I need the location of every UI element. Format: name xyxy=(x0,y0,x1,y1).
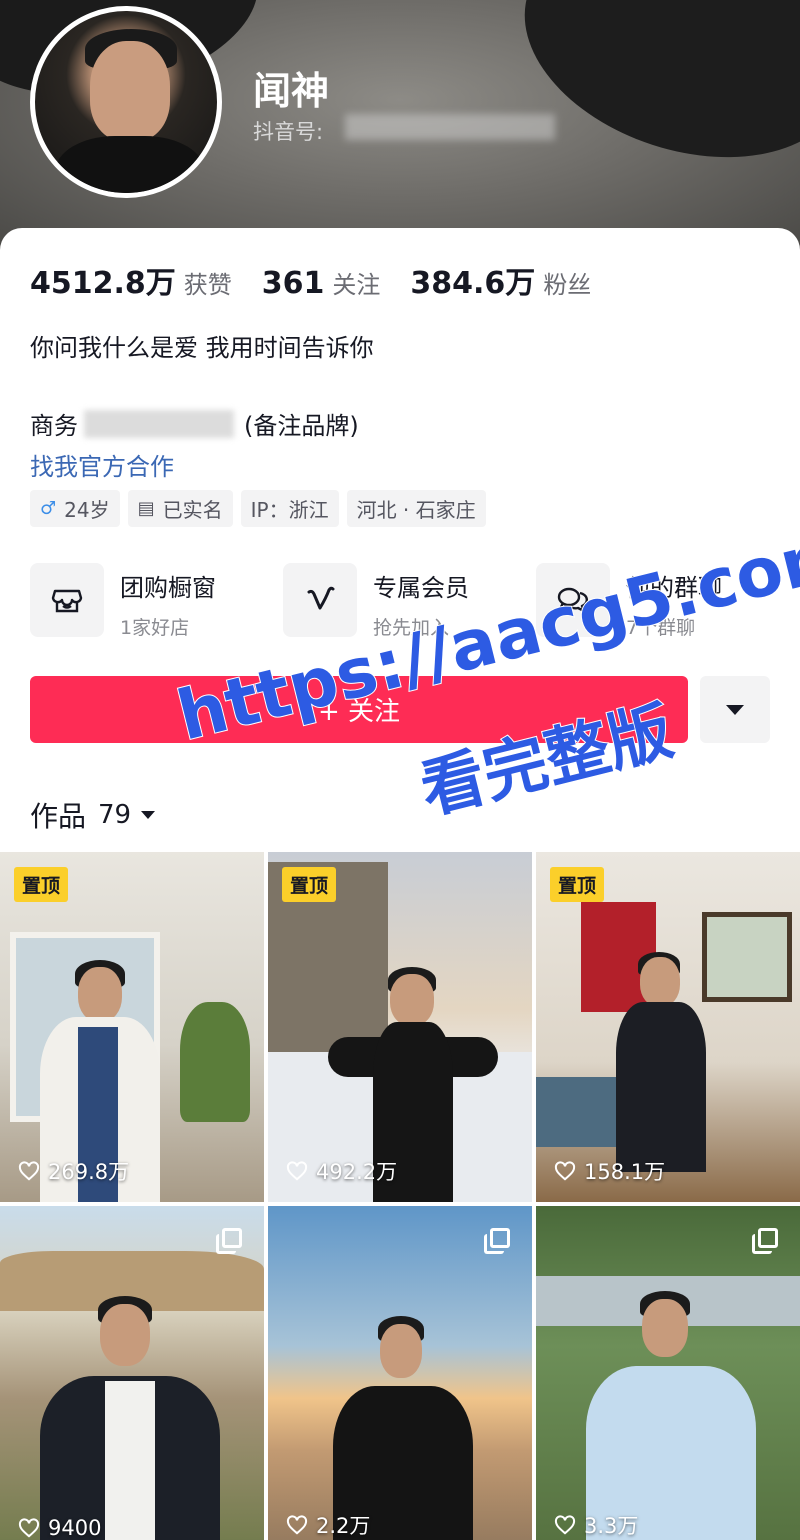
triangle-down-icon xyxy=(726,704,744,715)
profile-banner: 闻神 抖音号: xyxy=(0,0,800,250)
multi-image-icon xyxy=(752,1228,778,1254)
feature-group-buy-subtitle: 1家好店 xyxy=(120,617,190,639)
video-likes: 2.2万 xyxy=(286,1510,370,1540)
tab-works[interactable]: 作品 79 xyxy=(30,795,156,835)
tag-verified: ▤ 已实名 xyxy=(127,490,233,527)
feature-group-chat-subtitle: 7个群聊 xyxy=(626,617,696,639)
pinned-badge: 置顶 xyxy=(550,867,605,902)
video-likes-count: 9400 xyxy=(48,1516,102,1540)
profile-tags: ♂ 24岁 ▤ 已实名 IP：浙江 河北 · 石家庄 xyxy=(30,490,494,527)
feature-group-chat-title: 他的群聊 xyxy=(626,574,722,602)
video-tile[interactable]: 置顶 158.1万 xyxy=(536,852,800,1202)
video-likes: 158.1万 xyxy=(554,1156,665,1186)
heart-icon xyxy=(286,1161,308,1181)
feature-row: 团购橱窗 1家好店 专属会员 抢先加入 他的群聊 7个群聊 xyxy=(30,563,770,641)
following-label[interactable]: 关注 xyxy=(332,265,380,300)
feature-membership-title: 专属会员 xyxy=(373,574,469,602)
video-tile[interactable]: 2.2万 xyxy=(268,1206,532,1540)
stats-row: 4512.8万 获赞 361 关注 384.6万 粉丝 xyxy=(30,258,621,302)
video-likes: 269.8万 xyxy=(18,1156,129,1186)
pinned-badge: 置顶 xyxy=(14,867,69,902)
works-label: 作品 xyxy=(30,800,87,833)
heart-icon xyxy=(18,1161,40,1181)
tag-location-text: 河北 · 石家庄 xyxy=(356,498,476,522)
business-contact: 商务 (备注品牌) xyxy=(30,406,359,441)
more-button[interactable] xyxy=(700,676,770,743)
works-dropdown-icon xyxy=(141,811,156,819)
feature-group-chat[interactable]: 他的群聊 7个群聊 xyxy=(536,563,722,641)
video-likes-count: 269.8万 xyxy=(48,1160,130,1184)
works-count: 79 xyxy=(98,800,132,830)
male-icon: ♂ xyxy=(40,498,57,519)
following-count[interactable]: 361 xyxy=(262,266,325,301)
video-tile[interactable]: 9400 xyxy=(0,1206,264,1540)
video-likes: 9400 xyxy=(18,1516,101,1540)
pinned-badge: 置顶 xyxy=(282,867,337,902)
id-card-icon: ▤ xyxy=(137,498,155,519)
multi-image-icon xyxy=(484,1228,510,1254)
video-tile[interactable]: 置顶 492.2万 xyxy=(268,852,532,1202)
tag-ip-text: IP：浙江 xyxy=(250,498,329,522)
feature-membership[interactable]: 专属会员 抢先加入 xyxy=(283,563,469,641)
douyin-id-label: 抖音号: xyxy=(253,120,324,144)
tag-age: ♂ 24岁 xyxy=(30,490,120,527)
tag-ip: IP：浙江 xyxy=(240,490,339,527)
followers-count[interactable]: 384.6万 xyxy=(410,258,535,302)
chat-icon xyxy=(536,563,610,637)
tag-age-text: 24岁 xyxy=(64,498,110,522)
video-likes: 492.2万 xyxy=(286,1156,397,1186)
vip-icon xyxy=(283,563,357,637)
multi-image-icon xyxy=(216,1228,242,1254)
tag-verified-text: 已实名 xyxy=(162,498,223,522)
nickname: 闻神 xyxy=(253,69,330,113)
heart-icon xyxy=(18,1518,40,1538)
video-likes-count: 492.2万 xyxy=(316,1160,398,1184)
official-cooperation-link[interactable]: 找我官方合作 xyxy=(30,447,174,482)
heart-icon xyxy=(554,1515,576,1535)
business-contact-redacted xyxy=(84,409,234,438)
likes-count: 4512.8万 xyxy=(30,266,176,301)
business-prefix: 商务 xyxy=(30,412,78,440)
douyin-id-redacted xyxy=(345,114,555,140)
business-suffix: (备注品牌) xyxy=(244,412,359,440)
feature-membership-subtitle: 抢先加入 xyxy=(373,617,450,639)
video-tile[interactable]: 3.3万 xyxy=(536,1206,800,1540)
avatar[interactable] xyxy=(30,6,222,198)
banner-hat-right xyxy=(495,0,800,196)
heart-icon xyxy=(554,1161,576,1181)
video-tile[interactable]: 置顶 269.8万 xyxy=(0,852,264,1202)
follow-button[interactable]: + 关注 xyxy=(30,676,688,743)
tag-location: 河北 · 石家庄 xyxy=(346,490,486,527)
feature-group-buy-title: 团购橱窗 xyxy=(120,574,216,602)
heart-icon xyxy=(286,1515,308,1535)
likes-label: 获赞 xyxy=(183,271,232,299)
shop-icon xyxy=(30,563,104,637)
video-likes: 3.3万 xyxy=(554,1510,638,1540)
video-likes-count: 158.1万 xyxy=(584,1160,666,1184)
bio-text: 你问我什么是爱 我用时间告诉你 xyxy=(30,334,374,362)
feature-group-buy[interactable]: 团购橱窗 1家好店 xyxy=(30,563,216,641)
video-likes-count: 3.3万 xyxy=(584,1514,639,1538)
followers-label[interactable]: 粉丝 xyxy=(543,265,591,300)
video-likes-count: 2.2万 xyxy=(316,1514,371,1538)
